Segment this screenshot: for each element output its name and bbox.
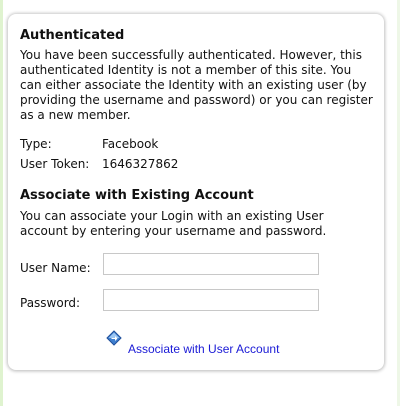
- panel-description: You have been successfully authenticated…: [20, 48, 373, 122]
- associate-section-title: Associate with Existing Account: [20, 188, 254, 203]
- page-edge-left: [0, 0, 3, 406]
- panel-title: Authenticated: [20, 28, 125, 43]
- password-input[interactable]: [103, 289, 319, 311]
- username-label: User Name:: [20, 261, 91, 275]
- user-token-row: User Token: 1646327862: [20, 157, 178, 172]
- type-value: Facebook: [102, 137, 159, 151]
- type-label: Type:: [20, 137, 52, 151]
- user-token-value: 1646327862: [102, 157, 179, 171]
- user-token-label: User Token:: [20, 157, 90, 171]
- diamond-arrow-icon: [106, 330, 122, 346]
- associate-section-description: You can associate your Login with an exi…: [20, 209, 327, 238]
- password-label: Password:: [20, 296, 81, 310]
- associate-user-account-label[interactable]: Associate with User Account: [128, 342, 279, 356]
- type-row: Type: Facebook: [20, 137, 158, 152]
- authentication-panel: Authenticated You have been successfully…: [8, 14, 384, 370]
- username-input[interactable]: [103, 253, 319, 275]
